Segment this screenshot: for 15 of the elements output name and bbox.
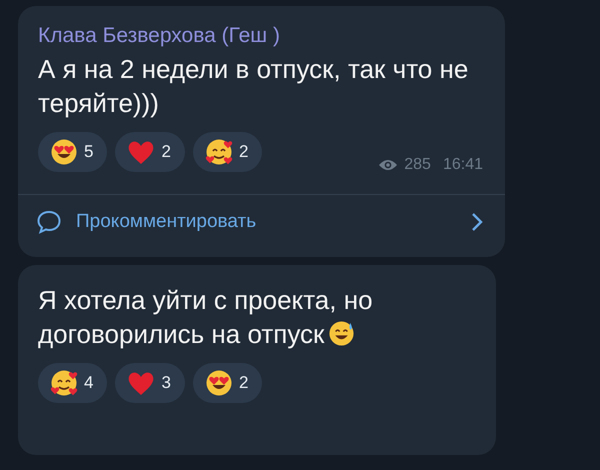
message-time: 16:41 — [442, 156, 483, 174]
chevron-right-icon — [471, 212, 483, 232]
reaction-button[interactable]: 2 — [192, 363, 262, 403]
author-name: Клава Безверхова (Геш ) — [38, 24, 280, 48]
message-text: А я на 2 недели в отпуск, так что не теряйте))) — [38, 53, 470, 120]
message-text: Я хотела уйти с проекта, но договорились на отпуск — [38, 284, 374, 351]
eye-icon — [378, 158, 398, 172]
comment-link[interactable]: Прокомментировать — [76, 211, 471, 233]
reaction-button[interactable]: 4 — [38, 363, 108, 403]
reaction-button[interactable]: 2 — [115, 132, 185, 172]
reaction-button[interactable]: 3 — [115, 363, 185, 403]
reaction-button[interactable]: 5 — [38, 132, 108, 172]
view-count: 285 — [404, 156, 431, 174]
reaction-button[interactable]: 2 — [192, 132, 262, 172]
comment-icon — [36, 209, 62, 235]
